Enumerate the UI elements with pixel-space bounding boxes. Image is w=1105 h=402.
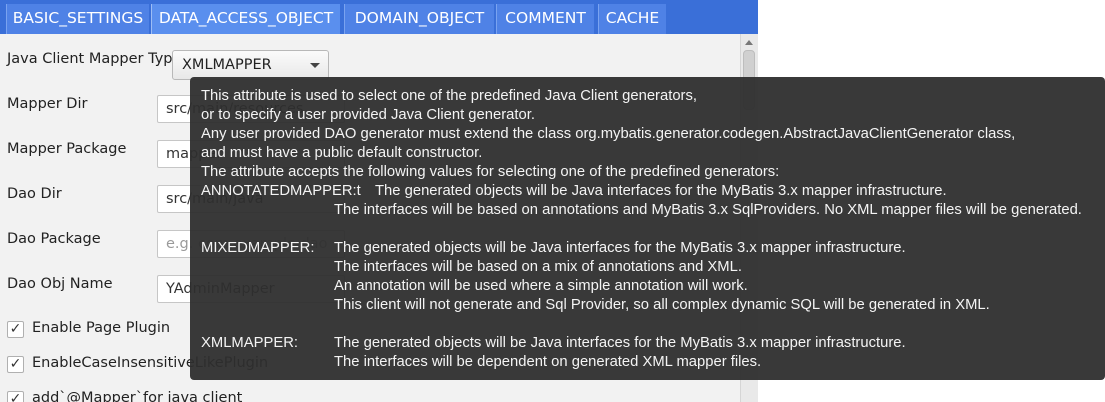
add-mapper-annotation-checkbox[interactable]: ✓ [7, 391, 24, 402]
dao-dir-label: Dao Dir [7, 186, 62, 202]
tooltip-mixed-key: MIXEDMAPPER: [201, 240, 315, 256]
tooltip-xml-key: XMLMAPPER: [201, 335, 299, 351]
tooltip-line: Any user provided DAO generator must ext… [201, 126, 1016, 142]
enable-page-plugin-label: Enable Page Plugin [32, 320, 171, 336]
tooltip-line: An annotation will be used where a simpl… [334, 278, 748, 294]
tooltip-line: The interfaces will be dependent on gene… [334, 354, 762, 370]
dao-obj-name-label: Dao Obj Name [7, 276, 113, 292]
mapper-package-label: Mapper Package [7, 141, 127, 157]
tooltip-line: This attribute is used to select one of … [201, 88, 697, 104]
dao-package-label: Dao Package [7, 231, 101, 247]
chevron-down-icon [310, 63, 320, 68]
tooltip-line: The interfaces will be based on annotati… [334, 202, 1082, 218]
client-type-combobox[interactable]: XMLMAPPER [172, 50, 329, 80]
tooltip-line: and must have a public default construct… [201, 145, 483, 161]
tooltip-line: This client will not generate and Sql Pr… [334, 297, 990, 313]
scroll-up-arrow-icon[interactable] [745, 40, 753, 45]
tooltip-line: or to specify a user provided Java Clien… [201, 107, 535, 123]
tab-domain-object[interactable]: DOMAIN_OBJECT [344, 4, 494, 34]
tooltip-line: The generated objects will be Java inter… [334, 240, 906, 256]
tooltip-line: The generated objects will be Java inter… [334, 335, 906, 351]
tooltip-annotated-key: ANNOTATEDMAPPER:t [201, 183, 361, 199]
add-mapper-annotation-label: add`@Mapper`for java client [32, 390, 243, 402]
tooltip-line: The generated objects will be Java inter… [375, 183, 947, 199]
mapper-dir-label: Mapper Dir [7, 96, 88, 112]
tab-basic-settings[interactable]: BASIC_SETTINGS [6, 4, 149, 34]
tab-data-access-object[interactable]: DATA_ACCESS_OBJECT [151, 4, 340, 34]
client-type-label: Java Client Mapper Type [7, 51, 182, 67]
tab-cache[interactable]: CACHE [598, 4, 666, 34]
client-type-tooltip: This attribute is used to select one of … [190, 77, 1105, 380]
enable-page-plugin-checkbox[interactable]: ✓ [7, 321, 24, 338]
case-insensitive-like-checkbox[interactable]: ✓ [7, 356, 24, 373]
tooltip-line: The interfaces will be based on a mix of… [334, 259, 742, 275]
tab-bar: BASIC_SETTINGS DATA_ACCESS_OBJECT DOMAIN… [0, 0, 758, 34]
client-type-value: XMLMAPPER [182, 57, 272, 73]
tooltip-line: The attribute accepts the following valu… [201, 164, 780, 180]
tab-comment[interactable]: COMMENT [496, 4, 594, 34]
